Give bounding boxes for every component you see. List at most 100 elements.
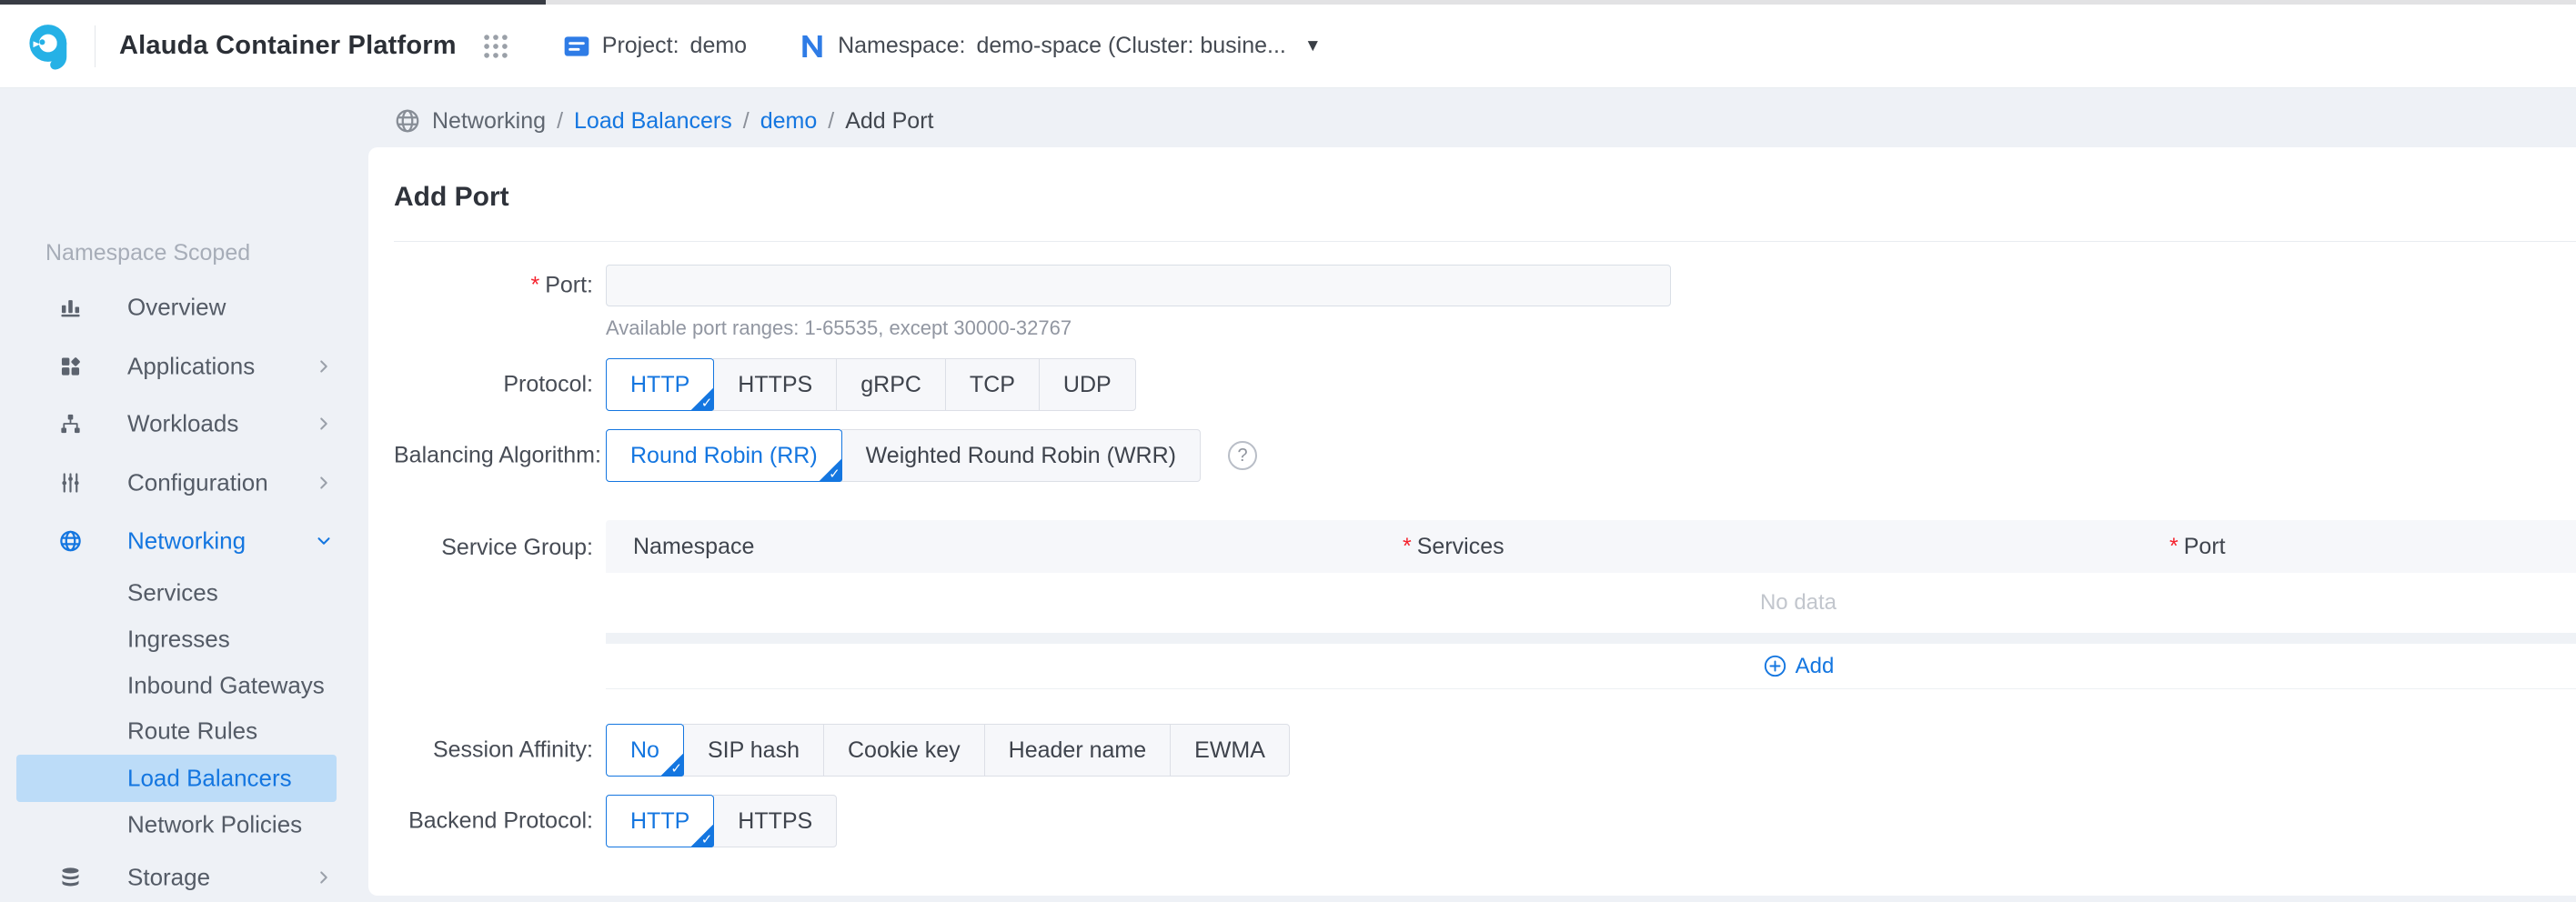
protocol-label: Protocol: bbox=[394, 372, 593, 398]
chevron-right-icon bbox=[314, 356, 334, 376]
sidebar-item-network-policies[interactable]: Network Policies bbox=[0, 799, 368, 850]
sidebar-item-route-rules[interactable]: Route Rules bbox=[0, 706, 368, 757]
breadcrumb: Networking / Load Balancers / demo / Add… bbox=[394, 104, 933, 138]
namespace-label: Namespace: bbox=[838, 33, 965, 59]
column-header-services: *Services bbox=[1403, 520, 1504, 573]
project-icon bbox=[562, 32, 591, 61]
session-option-no[interactable]: No✓ bbox=[606, 724, 684, 777]
page-title: Add Port bbox=[394, 182, 509, 213]
session-option-cookie-key[interactable]: Cookie key bbox=[823, 724, 985, 777]
globe-icon bbox=[394, 107, 421, 135]
app-launcher-icon[interactable] bbox=[480, 31, 511, 62]
protocol-option-http[interactable]: HTTP✓ bbox=[606, 358, 714, 411]
breadcrumb-section: Networking bbox=[432, 108, 546, 135]
protocol-option-https[interactable]: HTTPS bbox=[713, 358, 837, 411]
sidebar-item-label: Workloads bbox=[127, 410, 238, 438]
sidebar-item-label: Inbound Gateways bbox=[127, 672, 325, 700]
help-icon[interactable]: ? bbox=[1228, 441, 1257, 470]
sidebar-item-inbound-gateways[interactable]: Inbound Gateways bbox=[0, 660, 368, 711]
table-gap bbox=[606, 633, 2576, 644]
namespace-icon bbox=[798, 32, 827, 61]
breadcrumb-link-demo[interactable]: demo bbox=[760, 108, 818, 135]
header-divider bbox=[95, 25, 96, 67]
app-header: Alauda Container Platform Project: demo … bbox=[0, 5, 2576, 88]
alauda-logo-icon[interactable] bbox=[24, 21, 75, 72]
sidebar: Namespace Scoped Overview Applications bbox=[0, 89, 368, 902]
main-panel: Add Port *Port: Available port ranges: 1… bbox=[368, 147, 2576, 896]
sidebar-item-label: Applications bbox=[127, 353, 255, 381]
column-header-port: *Port bbox=[2169, 520, 2226, 573]
sidebar-item-ingresses[interactable]: Ingresses bbox=[0, 614, 368, 665]
port-hint: Available port ranges: 1-65535, except 3… bbox=[606, 316, 1072, 340]
sidebar-item-label: Ingresses bbox=[127, 626, 230, 654]
sliders-icon bbox=[58, 471, 83, 496]
protocol-option-udp[interactable]: UDP bbox=[1039, 358, 1136, 411]
balancing-label: Balancing Algorithm: bbox=[394, 443, 593, 469]
balancing-option-wrr[interactable]: Weighted Round Robin (WRR) bbox=[841, 429, 1201, 482]
session-affinity-row: Session Affinity: No✓ SIP hash Cookie ke… bbox=[394, 724, 2576, 777]
balancing-options: Round Robin (RR)✓ Weighted Round Robin (… bbox=[606, 429, 1201, 482]
protocol-option-tcp[interactable]: TCP bbox=[945, 358, 1040, 411]
backend-protocol-row: Backend Protocol: HTTP✓ HTTPS bbox=[394, 795, 2576, 847]
applications-icon bbox=[58, 355, 83, 379]
add-service-label: Add bbox=[1796, 654, 1835, 679]
port-label: *Port: bbox=[394, 273, 593, 299]
table-header: Namespace *Services *Port bbox=[606, 520, 2576, 573]
sidebar-item-label: Storage bbox=[127, 864, 210, 892]
port-row: *Port: bbox=[394, 265, 2576, 306]
breadcrumb-separator: / bbox=[743, 108, 750, 135]
bar-chart-icon bbox=[58, 296, 83, 320]
namespace-caret-icon: ▼ bbox=[1304, 36, 1322, 56]
sidebar-item-load-balancers[interactable]: Load Balancers bbox=[16, 755, 337, 802]
breadcrumb-separator: / bbox=[557, 108, 563, 135]
service-group-label: Service Group: bbox=[394, 535, 593, 561]
session-affinity-label: Session Affinity: bbox=[394, 737, 593, 764]
backend-option-https[interactable]: HTTPS bbox=[713, 795, 837, 847]
project-value: demo bbox=[690, 33, 748, 59]
selected-check-icon: ✓ bbox=[690, 824, 714, 847]
protocol-options: HTTP✓ HTTPS gRPC TCP UDP bbox=[606, 358, 1136, 411]
title-divider bbox=[394, 241, 2576, 242]
plus-circle-icon bbox=[1763, 654, 1787, 678]
session-option-sip-hash[interactable]: SIP hash bbox=[683, 724, 824, 777]
session-option-ewma[interactable]: EWMA bbox=[1170, 724, 1290, 777]
namespace-value: demo-space (Cluster: busine... bbox=[976, 33, 1285, 59]
sidebar-item-label: Services bbox=[127, 579, 218, 607]
sidebar-item-networking[interactable]: Networking bbox=[0, 516, 368, 566]
service-group-row: Service Group: Namespace *Services *Port… bbox=[394, 520, 2576, 689]
sidebar-item-workloads[interactable]: Workloads bbox=[0, 398, 368, 449]
port-input[interactable] bbox=[606, 265, 1671, 306]
balancing-row: Balancing Algorithm: Round Robin (RR)✓ W… bbox=[394, 429, 2576, 482]
selected-check-icon: ✓ bbox=[819, 458, 842, 482]
project-selector[interactable]: Project: demo bbox=[562, 32, 747, 61]
sidebar-item-configuration[interactable]: Configuration bbox=[0, 457, 368, 508]
sidebar-item-label: Load Balancers bbox=[127, 765, 292, 793]
session-option-header-name[interactable]: Header name bbox=[984, 724, 1171, 777]
sidebar-section-label: Namespace Scoped bbox=[45, 240, 250, 266]
backend-option-http[interactable]: HTTP✓ bbox=[606, 795, 714, 847]
breadcrumb-link-load-balancers[interactable]: Load Balancers bbox=[574, 108, 732, 135]
app-title: Alauda Container Platform bbox=[119, 31, 457, 61]
chevron-right-icon bbox=[314, 867, 334, 887]
backend-protocol-options: HTTP✓ HTTPS bbox=[606, 795, 837, 847]
selected-check-icon: ✓ bbox=[690, 387, 714, 411]
backend-protocol-label: Backend Protocol: bbox=[394, 808, 593, 835]
required-mark: * bbox=[530, 273, 539, 298]
add-service-button[interactable]: Add bbox=[1763, 654, 1835, 679]
sidebar-item-services[interactable]: Services bbox=[0, 567, 368, 618]
session-affinity-options: No✓ SIP hash Cookie key Header name EWMA bbox=[606, 724, 1290, 777]
required-mark: * bbox=[2169, 534, 2179, 560]
namespace-selector[interactable]: Namespace: demo-space (Cluster: busine..… bbox=[798, 32, 1322, 61]
sidebar-item-applications[interactable]: Applications bbox=[0, 341, 368, 392]
protocol-option-grpc[interactable]: gRPC bbox=[836, 358, 946, 411]
required-mark: * bbox=[1403, 534, 1412, 560]
sidebar-item-storage[interactable]: Storage bbox=[0, 852, 368, 902]
chevron-right-icon bbox=[314, 414, 334, 434]
workloads-icon bbox=[58, 412, 83, 436]
sidebar-item-label: Overview bbox=[127, 294, 226, 322]
selected-check-icon: ✓ bbox=[660, 753, 684, 777]
globe-icon bbox=[58, 529, 83, 554]
balancing-option-rr[interactable]: Round Robin (RR)✓ bbox=[606, 429, 842, 482]
sidebar-item-overview[interactable]: Overview bbox=[0, 282, 368, 333]
sidebar-item-label: Networking bbox=[127, 527, 246, 556]
